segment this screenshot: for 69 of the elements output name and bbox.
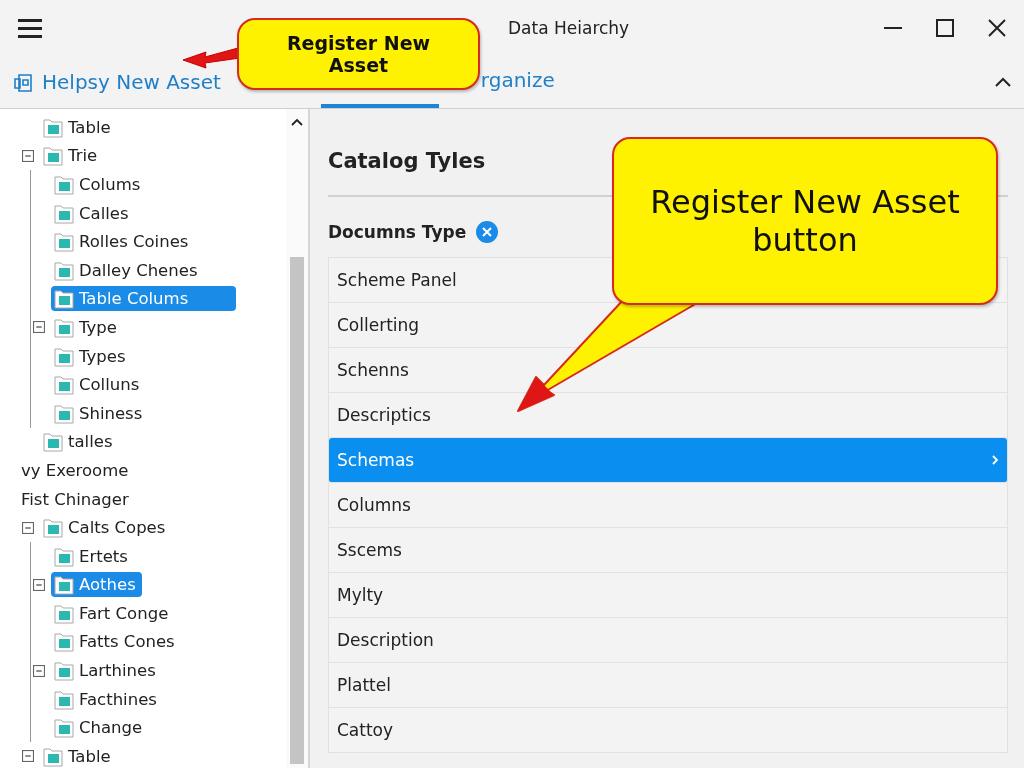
folder-icon [54,660,74,682]
folder-icon [54,174,74,195]
tree-item[interactable]: Calles [51,200,135,226]
maximize-icon[interactable] [936,19,954,37]
tree-item[interactable]: Facthines [51,686,163,712]
expander-icon[interactable] [33,321,45,334]
clear-icon[interactable] [476,221,499,243]
list-item[interactable]: Description [329,618,1007,663]
folder-icon [43,145,63,167]
callout-tooltip: Register New Asset button [612,137,998,305]
tree-item[interactable]: Larthines [51,658,162,684]
expander-icon[interactable] [22,521,34,534]
folder-icon [43,517,63,539]
list-item[interactable]: Cattoy [329,708,1007,753]
tree-item[interactable]: Trie [40,143,104,169]
menu-icon[interactable] [18,17,42,39]
tree-item[interactable]: Dalley Chenes [51,257,204,283]
folder-icon [54,316,74,338]
folder-icon [54,288,74,310]
tree-item[interactable]: Rolles Coines [51,229,195,255]
folder-icon [43,431,63,453]
callout-tooltip: Register New Asset [237,18,480,90]
folder-icon [54,631,74,653]
expander-icon[interactable] [22,750,34,763]
tree-item[interactable]: Ertets [51,543,134,569]
folder-icon [54,574,74,596]
tree-item[interactable]: Table [40,743,117,768]
folder-icon [54,545,74,567]
tree-item[interactable]: Calts Copes [40,515,172,541]
folder-icon [54,231,74,253]
list-item[interactable]: Mylty [329,573,1007,618]
folder-icon [54,602,74,624]
tree-item[interactable]: Colums [51,172,147,197]
folder-icon [54,259,74,281]
tree-item[interactable]: Aothes [51,572,142,598]
expander-icon[interactable] [22,149,34,162]
document-icon [12,71,34,93]
tree-item[interactable]: talles [40,429,119,455]
tree-item[interactable]: Fatts Cones [51,629,181,655]
expander-icon[interactable] [33,664,45,677]
tree-item[interactable]: Fart Conge [51,600,175,626]
folder-icon [54,688,74,710]
close-icon[interactable] [988,19,1006,37]
tree-item[interactable]: Shiness [51,400,149,426]
tree-label[interactable]: Fist Chinager [18,487,135,511]
tree-item[interactable]: Types [51,343,132,369]
scroll-up-icon[interactable] [290,117,304,127]
folder-icon [43,116,63,138]
collapse-icon[interactable] [994,75,1012,89]
scrollbar-thumb[interactable] [290,257,304,764]
tree-item[interactable]: Colluns [51,372,146,398]
tree-label[interactable]: vy Exeroome [18,458,135,482]
tree-item[interactable]: Table Colums [51,286,237,312]
window-title: Data Heiarchy [507,18,631,38]
tree-item[interactable]: Table [40,114,117,140]
tree-item[interactable]: Change [51,715,149,741]
expander-icon[interactable] [33,578,45,591]
tree-item[interactable]: Type [51,314,123,340]
new-asset-link[interactable]: Helpsy New Asset [12,56,221,108]
chevron-icon [991,454,999,466]
folder-icon [54,717,74,739]
folder-icon [54,345,74,367]
list-item[interactable]: Plattel [329,663,1007,708]
folder-icon [54,402,74,424]
list-item[interactable]: Columns [329,483,1007,528]
filter-label: Documns Type [328,222,467,242]
list-item[interactable]: Sscems [329,528,1007,573]
folder-icon [54,202,74,224]
folder-icon [54,374,74,396]
